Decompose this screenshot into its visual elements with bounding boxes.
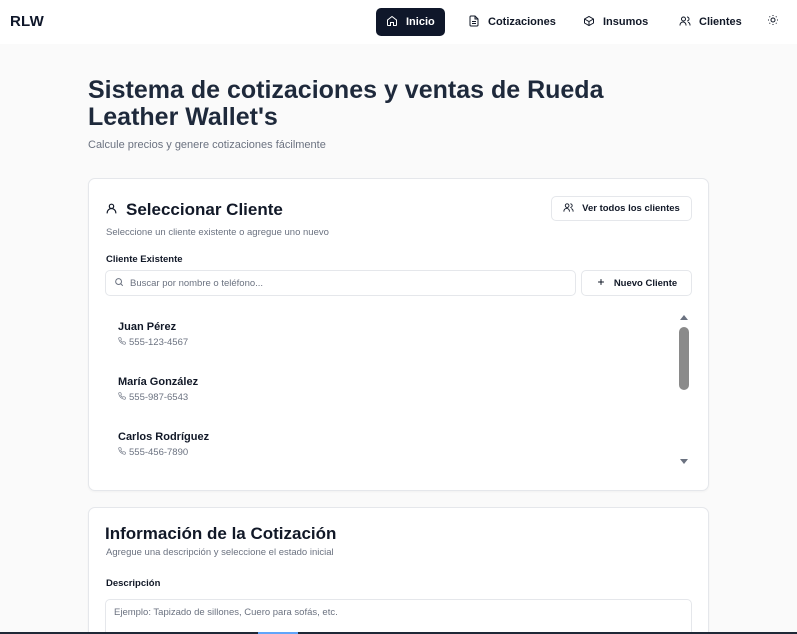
box-icon xyxy=(583,15,595,30)
nav-cotizaciones-label: Cotizaciones xyxy=(488,16,556,28)
quote-info-title: Información de la Cotización xyxy=(105,524,337,543)
page-title: Sistema de cotizaciones y ventas de Rued… xyxy=(88,76,604,131)
quote-info-card: Información de la Cotización Agregue una… xyxy=(88,507,709,634)
phone-icon xyxy=(118,447,126,458)
users-icon xyxy=(679,15,691,30)
nav-inicio-label: Inicio xyxy=(406,16,435,28)
top-navbar: RLW Inicio Cotizaciones Insumos Clientes xyxy=(0,0,797,44)
scrollbar-thumb[interactable] xyxy=(679,327,689,390)
phone-icon xyxy=(118,392,126,403)
nav-cotizaciones[interactable]: Cotizaciones xyxy=(458,8,566,36)
client-search-box[interactable] xyxy=(105,270,576,296)
new-client-button[interactable]: Nuevo Cliente xyxy=(581,270,692,296)
client-search-input[interactable] xyxy=(130,277,560,289)
client-phone-row: 555-456-7890 xyxy=(118,447,188,458)
scroll-down-arrow-icon[interactable] xyxy=(680,459,688,464)
nav-insumos[interactable]: Insumos xyxy=(573,8,658,36)
existing-client-label: Cliente Existente xyxy=(106,254,183,265)
sun-icon xyxy=(767,13,779,31)
client-phone-row: 555-987-6543 xyxy=(118,392,188,403)
brand-logo[interactable]: RLW xyxy=(10,13,44,30)
description-label: Descripción xyxy=(106,578,161,589)
client-phone: 555-123-4567 xyxy=(129,337,189,348)
nav-clientes[interactable]: Clientes xyxy=(669,8,752,36)
select-client-title: Seleccionar Cliente xyxy=(126,200,283,219)
client-list-scrollbar[interactable] xyxy=(677,311,691,466)
view-all-clients-button[interactable]: Ver todos los clientes xyxy=(551,196,692,221)
client-phone: 555-456-7890 xyxy=(129,447,189,458)
select-client-card: Seleccionar Cliente Seleccione un client… xyxy=(88,178,709,491)
quote-info-description: Agregue una descripción y seleccione el … xyxy=(106,547,334,558)
nav-insumos-label: Insumos xyxy=(603,16,649,28)
new-client-label: Nuevo Cliente xyxy=(613,277,678,289)
page-subtitle: Calcule precios y genere cotizaciones fá… xyxy=(88,139,326,151)
nav-clientes-label: Clientes xyxy=(699,16,742,28)
search-icon xyxy=(114,274,124,292)
phone-icon xyxy=(118,337,126,348)
client-list-item[interactable]: María González 555-987-6543 xyxy=(106,376,666,416)
scroll-up-arrow-icon[interactable] xyxy=(680,315,688,320)
view-all-clients-label: Ver todos los clientes xyxy=(582,203,680,214)
nav-inicio[interactable]: Inicio xyxy=(376,8,445,36)
client-phone: 555-987-6543 xyxy=(129,392,189,403)
select-client-description: Seleccione un cliente existente o agregu… xyxy=(106,227,329,238)
user-icon xyxy=(105,200,118,220)
client-list-item[interactable]: Juan Pérez 555-123-4567 xyxy=(106,321,666,361)
document-icon xyxy=(468,15,480,30)
theme-toggle-button[interactable] xyxy=(765,14,781,30)
client-name: María González xyxy=(118,376,199,388)
client-name: Carlos Rodríguez xyxy=(118,431,210,443)
description-textarea[interactable] xyxy=(105,599,692,634)
users-icon xyxy=(563,202,574,216)
plus-icon xyxy=(596,277,606,290)
home-icon xyxy=(386,15,398,30)
client-name: Juan Pérez xyxy=(118,321,177,333)
client-list-item[interactable]: Carlos Rodríguez 555-456-7890 xyxy=(106,431,666,471)
select-client-heading: Seleccionar Cliente xyxy=(105,200,283,220)
client-phone-row: 555-123-4567 xyxy=(118,337,188,348)
